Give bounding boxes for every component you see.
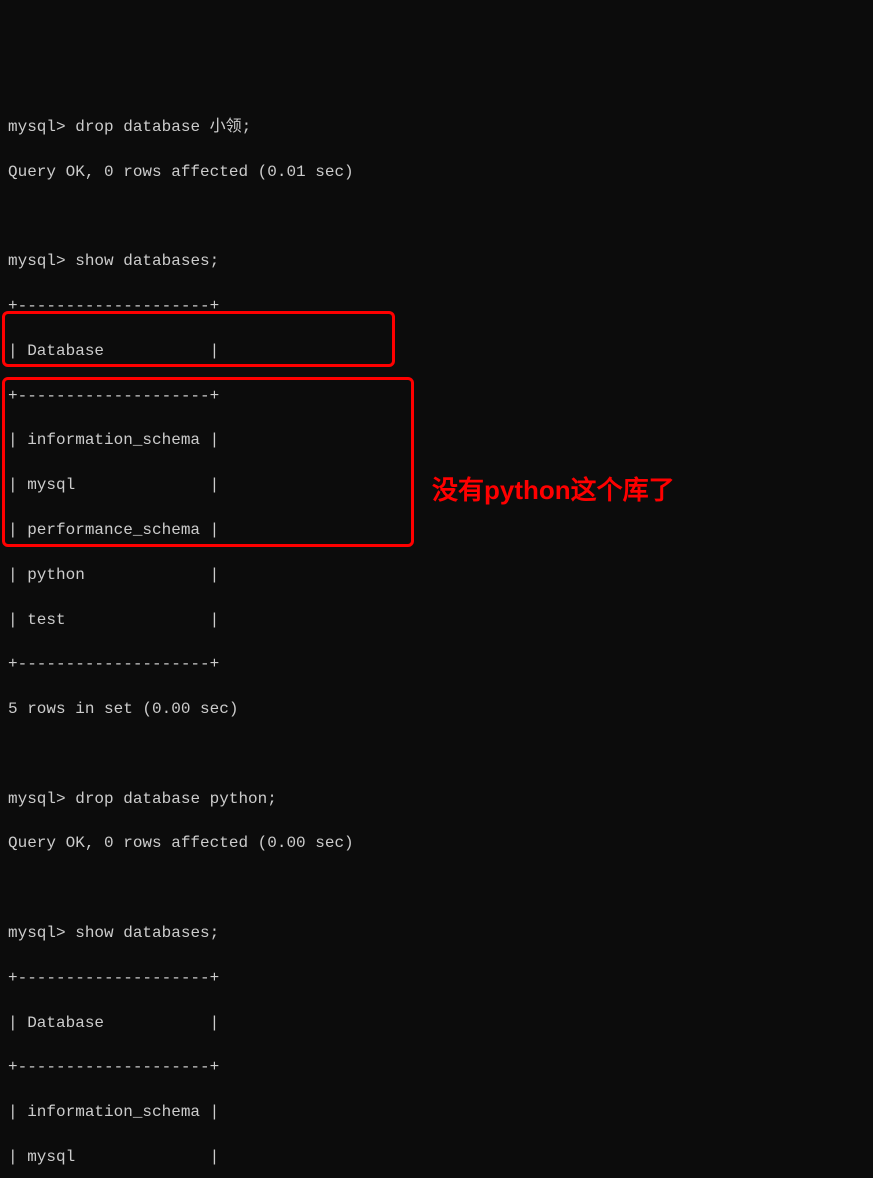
blank-line [8, 743, 865, 765]
prompt: mysql> [8, 790, 66, 808]
blank-line [8, 877, 865, 899]
terminal-output[interactable]: mysql> drop database 小领; Query OK, 0 row… [8, 94, 865, 1178]
annotation-text: 没有python这个库了 [432, 472, 675, 508]
result-line: Query OK, 0 rows affected (0.01 sec) [8, 161, 865, 183]
table-border: +--------------------+ [8, 385, 865, 407]
table-border: +--------------------+ [8, 295, 865, 317]
table-border: +--------------------+ [8, 1056, 865, 1078]
table-border: +--------------------+ [8, 653, 865, 675]
result-line: 5 rows in set (0.00 sec) [8, 698, 865, 720]
table-row: | mysql | [8, 1146, 865, 1168]
table-row: | information_schema | [8, 1101, 865, 1123]
prompt-line: mysql> show databases; [8, 922, 865, 944]
prompt: mysql> [8, 118, 66, 136]
command: drop database 小领; [75, 118, 251, 136]
prompt: mysql> [8, 924, 66, 942]
command: show databases; [75, 252, 219, 270]
prompt-line: mysql> drop database python; [8, 788, 865, 810]
prompt-line: mysql> show databases; [8, 250, 865, 272]
prompt: mysql> [8, 252, 66, 270]
table-row: | performance_schema | [8, 519, 865, 541]
table-header: | Database | [8, 1012, 865, 1034]
table-header: | Database | [8, 340, 865, 362]
command: show databases; [75, 924, 219, 942]
prompt-line: mysql> drop database 小领; [8, 116, 865, 138]
table-row: | information_schema | [8, 429, 865, 451]
result-line: Query OK, 0 rows affected (0.00 sec) [8, 832, 865, 854]
blank-line [8, 206, 865, 228]
table-row: | test | [8, 609, 865, 631]
command: drop database python; [75, 790, 277, 808]
table-border: +--------------------+ [8, 967, 865, 989]
table-row: | python | [8, 564, 865, 586]
